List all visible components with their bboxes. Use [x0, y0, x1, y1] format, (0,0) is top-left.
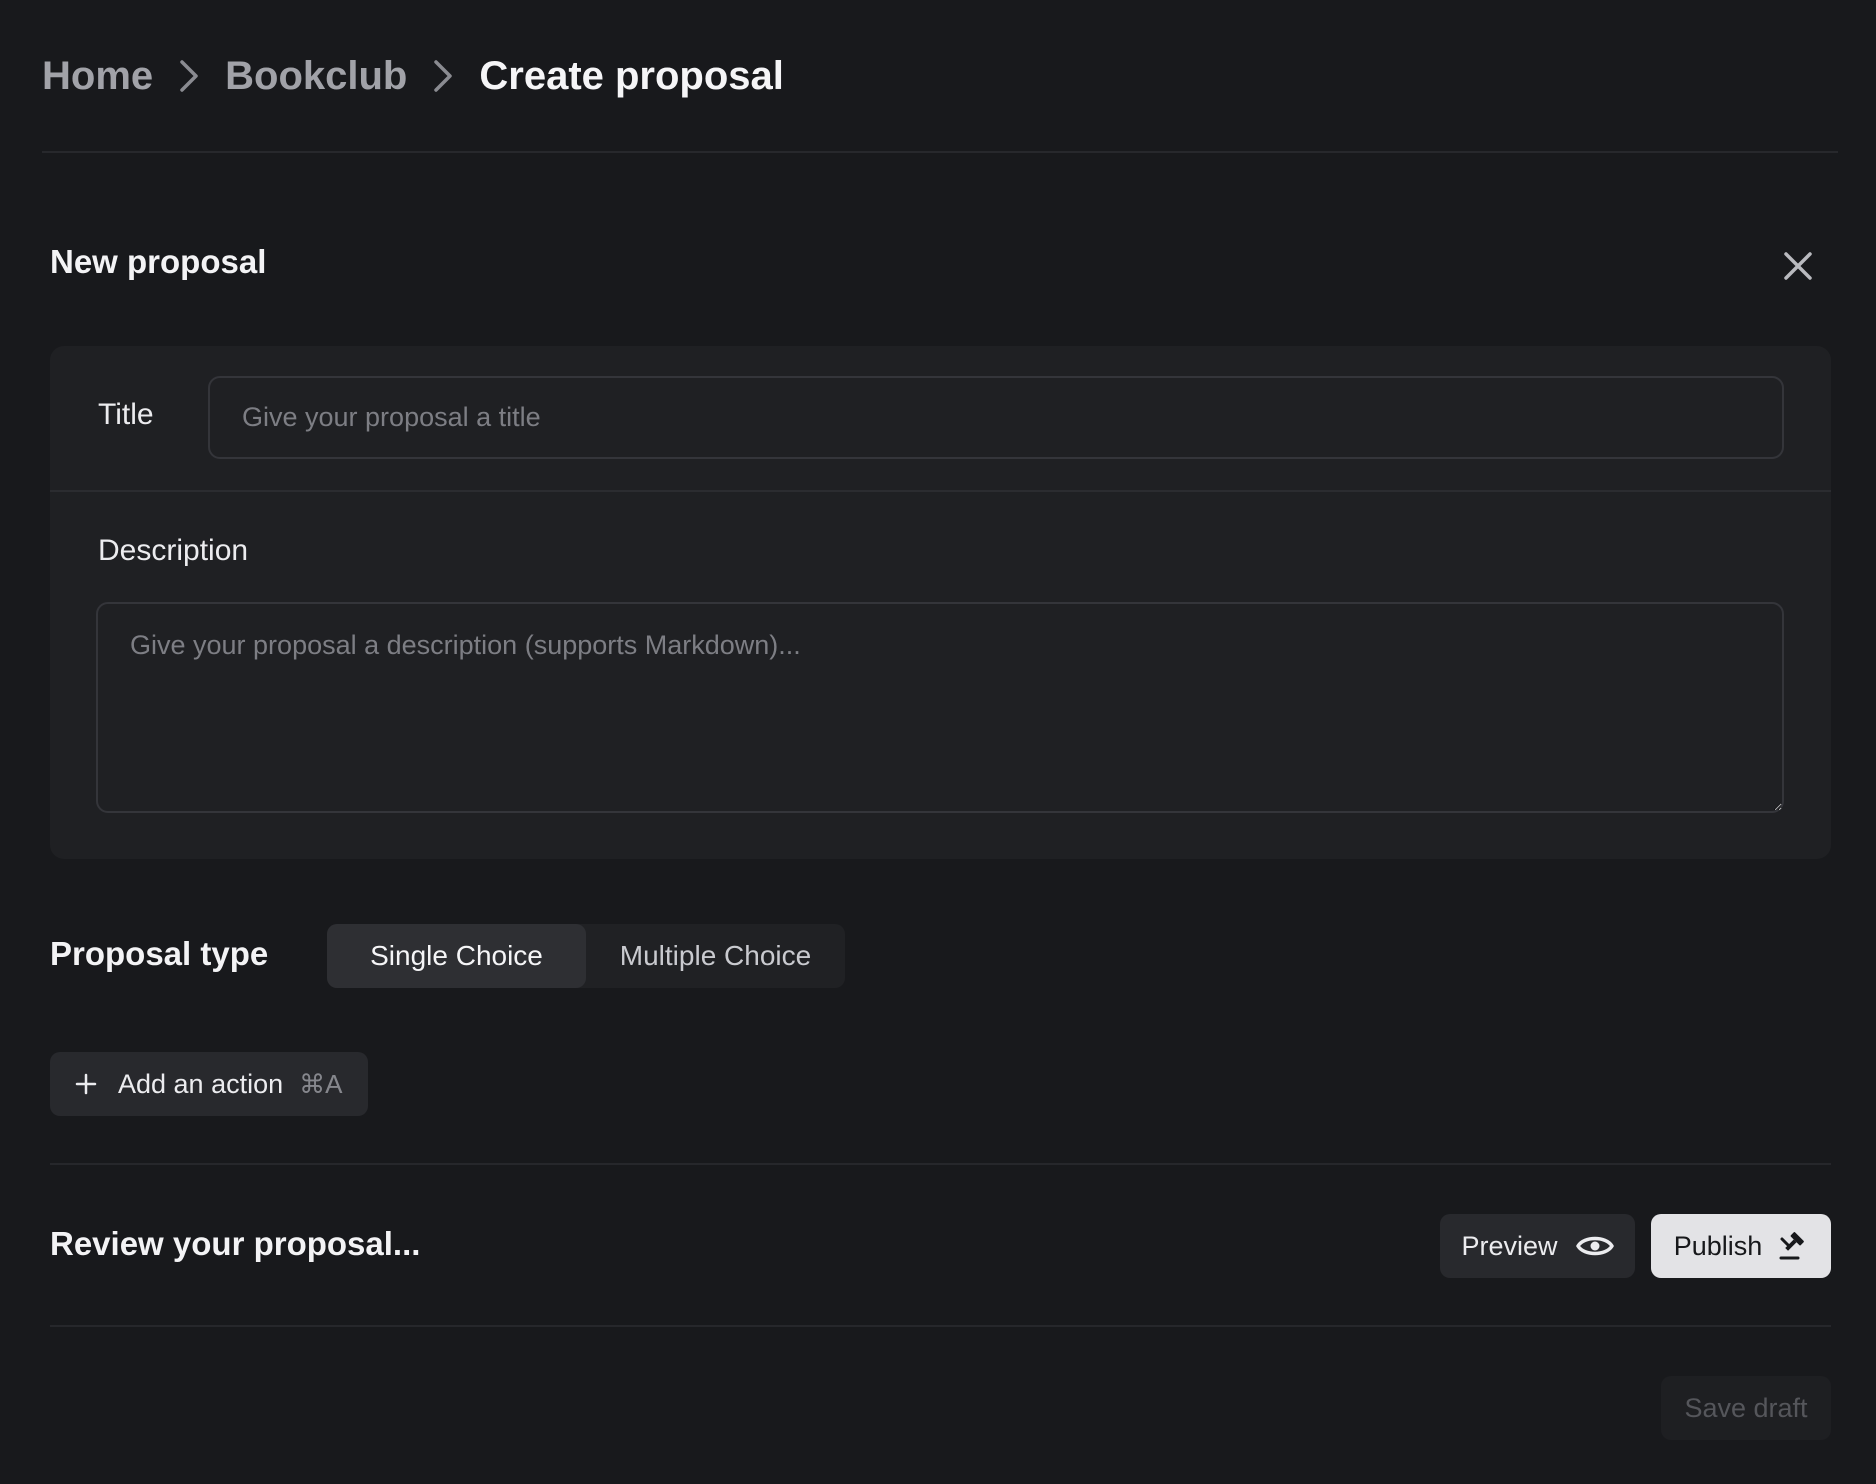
card-divider	[50, 490, 1831, 492]
review-label: Review your proposal...	[50, 1225, 421, 1262]
save-draft-button[interactable]: Save draft	[1661, 1376, 1831, 1440]
add-action-label: Add an action	[118, 1068, 284, 1099]
breadcrumb-home[interactable]: Home	[42, 54, 153, 99]
gavel-icon	[1778, 1231, 1808, 1261]
header-divider	[42, 151, 1838, 153]
chevron-right-icon	[407, 58, 479, 94]
publish-button[interactable]: Publish	[1651, 1214, 1831, 1278]
multiple-choice-option[interactable]: Multiple Choice	[586, 924, 845, 988]
breadcrumb-current: Create proposal	[479, 53, 784, 98]
add-action-button[interactable]: Add an action ⌘A	[50, 1052, 368, 1116]
add-action-shortcut: ⌘A	[299, 1068, 343, 1099]
preview-label: Preview	[1461, 1230, 1558, 1261]
description-label: Description	[98, 534, 249, 567]
plus-icon	[74, 1072, 98, 1096]
preview-button[interactable]: Preview	[1440, 1214, 1635, 1278]
title-label: Title	[98, 398, 154, 431]
close-button[interactable]	[1778, 246, 1818, 286]
eye-icon	[1575, 1233, 1614, 1259]
chevron-right-icon	[153, 58, 225, 94]
close-icon	[1782, 250, 1814, 282]
proposal-form-card: Title Description	[50, 346, 1831, 859]
title-input[interactable]	[208, 376, 1784, 459]
proposal-type-label: Proposal type	[50, 935, 269, 972]
breadcrumb-bookclub[interactable]: Bookclub	[225, 54, 407, 99]
page: Home Bookclub Create proposal New propos…	[0, 0, 1876, 1484]
section-divider	[50, 1163, 1831, 1165]
footer-divider	[50, 1325, 1831, 1327]
single-choice-option[interactable]: Single Choice	[327, 924, 586, 988]
proposal-type-toggle: Single Choice Multiple Choice	[327, 924, 845, 988]
breadcrumb: Home Bookclub Create proposal	[42, 46, 784, 106]
form-heading: New proposal	[50, 243, 267, 280]
publish-label: Publish	[1673, 1230, 1763, 1261]
description-textarea[interactable]	[96, 602, 1784, 813]
